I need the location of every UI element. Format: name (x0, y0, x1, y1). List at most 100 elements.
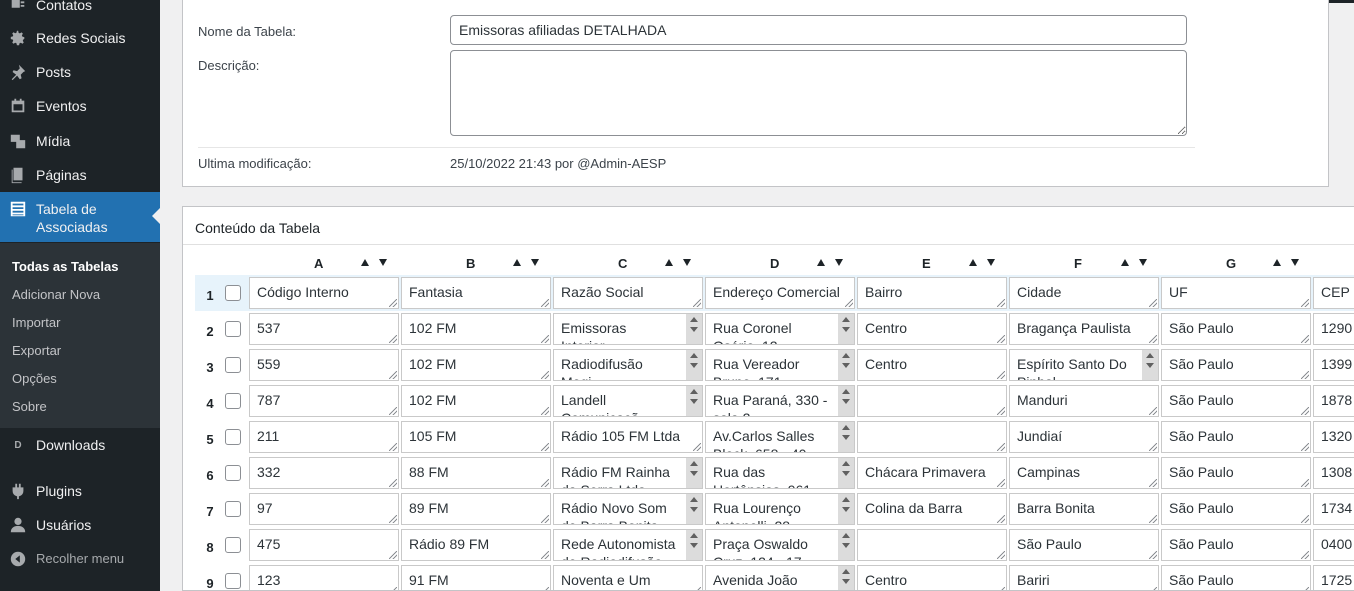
table-cell[interactable]: Rua Vereador Bruno, 171 (705, 349, 855, 381)
sidebar-item-contatos[interactable]: Contatos (0, 0, 160, 22)
table-cell[interactable]: São Paulo (1009, 529, 1159, 561)
table-cell[interactable]: Avenida João (705, 565, 855, 590)
table-cell[interactable]: São Paulo (1161, 313, 1311, 345)
row-checkbox[interactable] (225, 429, 241, 445)
scroll-down-icon[interactable] (842, 363, 850, 368)
description-textarea[interactable] (450, 50, 1187, 136)
sort-ascending-icon[interactable] (1121, 259, 1129, 266)
sidebar-item-posts[interactable]: Posts (0, 55, 160, 89)
scroll-up-icon[interactable] (842, 569, 850, 574)
table-cell[interactable]: Rua Paraná, 330 - sala 2 (705, 385, 855, 417)
resize-grip-icon[interactable] (845, 299, 853, 307)
row-checkbox[interactable] (225, 537, 241, 553)
resize-grip-icon[interactable] (1149, 587, 1157, 590)
resize-grip-icon[interactable] (1301, 587, 1309, 590)
resize-grip-icon[interactable] (541, 587, 549, 590)
scroll-down-icon[interactable] (842, 399, 850, 404)
resize-grip-icon[interactable] (541, 299, 549, 307)
row-checkbox[interactable] (225, 573, 241, 589)
cell-scrollbar[interactable] (686, 314, 702, 344)
cell-scrollbar[interactable] (838, 566, 854, 590)
scroll-down-icon[interactable] (690, 507, 698, 512)
sort-descending-icon[interactable] (379, 259, 387, 266)
resize-grip-icon[interactable] (389, 335, 397, 343)
table-cell[interactable]: 332 (249, 457, 399, 489)
table-cell[interactable]: 89 FM (401, 493, 551, 525)
resize-grip-icon[interactable] (997, 515, 1005, 523)
table-cell[interactable]: 105 FM (401, 421, 551, 453)
table-cell[interactable]: Bariri (1009, 565, 1159, 590)
table-cell[interactable]: Fantasia (401, 277, 551, 309)
row-checkbox[interactable] (225, 501, 241, 517)
table-cell[interactable]: São Paulo (1161, 457, 1311, 489)
table-cell[interactable]: Centro (857, 349, 1007, 381)
resize-grip-icon[interactable] (1301, 335, 1309, 343)
table-cell[interactable]: São Paulo (1161, 529, 1311, 561)
scroll-down-icon[interactable] (842, 507, 850, 512)
table-cell[interactable]: 559 (249, 349, 399, 381)
resize-grip-icon[interactable] (997, 407, 1005, 415)
resize-grip-icon[interactable] (541, 443, 549, 451)
table-cell[interactable]: Espírito Santo Do Pinhal (1009, 349, 1159, 381)
table-cell[interactable]: Noventa e Um (553, 565, 703, 590)
submenu-item-adicionar-nova[interactable]: Adicionar Nova (12, 287, 100, 302)
table-cell[interactable]: 91 FM (401, 565, 551, 590)
sort-descending-icon[interactable] (683, 259, 691, 266)
table-cell[interactable]: Colina da Barra (857, 493, 1007, 525)
table-cell[interactable]: 475 (249, 529, 399, 561)
scroll-up-icon[interactable] (1146, 353, 1154, 358)
resize-grip-icon[interactable] (1149, 335, 1157, 343)
table-cell[interactable] (857, 421, 1007, 453)
sidebar-item-plugins[interactable]: Plugins (0, 474, 160, 508)
sidebar-item-eventos[interactable]: Eventos (0, 89, 160, 123)
resize-grip-icon[interactable] (1149, 299, 1157, 307)
table-cell[interactable]: 102 FM (401, 313, 551, 345)
sort-ascending-icon[interactable] (665, 259, 673, 266)
collapse-menu-button[interactable]: Recolher menu (0, 542, 160, 576)
sort-ascending-icon[interactable] (1273, 259, 1281, 266)
table-cell[interactable]: São Paulo (1161, 421, 1311, 453)
resize-grip-icon[interactable] (1149, 407, 1157, 415)
scroll-down-icon[interactable] (842, 435, 850, 440)
table-cell[interactable]: CEP (1313, 277, 1354, 309)
sort-ascending-icon[interactable] (817, 259, 825, 266)
cell-scrollbar[interactable] (686, 386, 702, 416)
table-cell[interactable]: 787 (249, 385, 399, 417)
scroll-down-icon[interactable] (842, 543, 850, 548)
table-cell[interactable]: São Paulo (1161, 385, 1311, 417)
scroll-down-icon[interactable] (842, 471, 850, 476)
table-cell[interactable] (857, 529, 1007, 561)
resize-grip-icon[interactable] (1149, 479, 1157, 487)
resize-grip-icon[interactable] (997, 299, 1005, 307)
resize-grip-icon[interactable] (1301, 515, 1309, 523)
table-cell[interactable]: 1290 (1313, 313, 1354, 345)
resize-grip-icon[interactable] (1149, 515, 1157, 523)
submenu-item-importar[interactable]: Importar (12, 315, 60, 330)
resize-grip-icon[interactable] (997, 443, 1005, 451)
table-cell[interactable]: Rádio 89 FM (401, 529, 551, 561)
table-cell[interactable]: 0400 (1313, 529, 1354, 561)
table-cell[interactable]: Razão Social (553, 277, 703, 309)
row-checkbox[interactable] (225, 285, 241, 301)
table-cell[interactable]: Rua Coronel Osório, 12 (705, 313, 855, 345)
resize-grip-icon[interactable] (1301, 407, 1309, 415)
table-cell[interactable]: Manduri (1009, 385, 1159, 417)
sidebar-item-tabela-de-associadas[interactable]: Tabela de Associadas (0, 192, 160, 242)
resize-grip-icon[interactable] (541, 335, 549, 343)
table-cell[interactable]: 97 (249, 493, 399, 525)
scroll-down-icon[interactable] (690, 363, 698, 368)
table-cell[interactable]: 1878 (1313, 385, 1354, 417)
table-cell[interactable]: Landell Comunicaçõ... (553, 385, 703, 417)
resize-grip-icon[interactable] (541, 551, 549, 559)
table-cell[interactable]: 123 (249, 565, 399, 590)
table-cell[interactable]: Código Interno (249, 277, 399, 309)
table-cell[interactable]: 1734 (1313, 493, 1354, 525)
table-cell[interactable]: Rádio Novo Som de Barra Bonita (553, 493, 703, 525)
cell-scrollbar[interactable] (686, 458, 702, 488)
sidebar-item-paginas[interactable]: Páginas (0, 158, 160, 192)
resize-grip-icon[interactable] (997, 587, 1005, 590)
scroll-up-icon[interactable] (842, 353, 850, 358)
table-cell[interactable]: Rede Autonomista de Radiodifusão (553, 529, 703, 561)
scroll-up-icon[interactable] (690, 533, 698, 538)
table-cell[interactable]: Centro (857, 313, 1007, 345)
